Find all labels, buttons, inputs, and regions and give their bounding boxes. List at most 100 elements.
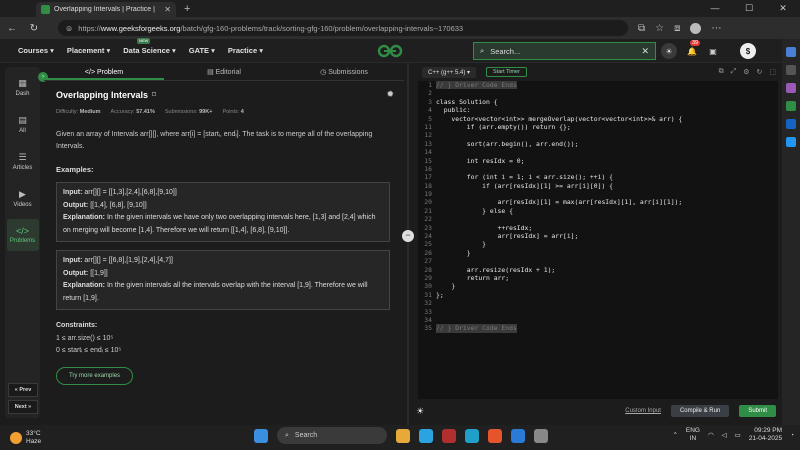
close-window-icon[interactable]: ✕ bbox=[766, 0, 800, 17]
code-line[interactable]: 3 class Solution { bbox=[418, 98, 778, 106]
tray-chevron-icon[interactable]: ⌃ bbox=[672, 431, 677, 439]
copilot-icon[interactable] bbox=[786, 47, 796, 57]
language-select[interactable]: C++ (g++ 5.4) ▾ bbox=[422, 66, 477, 78]
sidebar-item-all[interactable]: ▤ All bbox=[7, 108, 39, 140]
nav-practice[interactable]: Practice ▾ bbox=[228, 46, 263, 55]
reset-icon[interactable]: ↻ bbox=[757, 68, 763, 76]
clock[interactable]: 09:29 PM 21-04-2025 bbox=[749, 427, 782, 443]
theme-sun-icon[interactable]: ☀ bbox=[416, 406, 424, 417]
sidebar-item-dash[interactable]: ▦ Dash bbox=[7, 71, 39, 103]
search-input[interactable]: ⌕ Search... ✕ bbox=[473, 42, 656, 60]
code-line[interactable]: 15 int resIdx = 0; bbox=[418, 157, 778, 165]
pane-divider[interactable] bbox=[407, 63, 409, 430]
search-tool-icon[interactable] bbox=[786, 65, 796, 75]
code-line[interactable]: 14 bbox=[418, 148, 778, 156]
next-button[interactable]: Next » bbox=[8, 400, 38, 414]
code-line[interactable]: 23 ++resIdx; bbox=[418, 224, 778, 232]
code-line[interactable]: 20 arr[resIdx][1] = max(arr[resIdx][1], … bbox=[418, 198, 778, 206]
windows-start-icon[interactable] bbox=[254, 428, 268, 443]
shopping-icon[interactable] bbox=[786, 83, 796, 93]
tools-icon[interactable] bbox=[786, 101, 796, 111]
gfg-logo[interactable] bbox=[375, 44, 405, 58]
split-screen-icon[interactable]: ⧉ bbox=[638, 23, 645, 34]
nav-data-science[interactable]: Data Science ▾ bbox=[123, 46, 176, 55]
bookmark-icon[interactable]: ⌑ bbox=[152, 90, 156, 99]
minimize-icon[interactable]: — bbox=[698, 0, 732, 17]
sidebar-item-articles[interactable]: ☰ Articles bbox=[7, 145, 39, 177]
code-line[interactable]: 30 } bbox=[418, 282, 778, 290]
code-line[interactable]: 11 if (arr.empty()) return {}; bbox=[418, 123, 778, 131]
favorite-icon[interactable]: ☆ bbox=[655, 23, 664, 34]
settings-app-icon[interactable] bbox=[534, 428, 548, 443]
code-line[interactable]: 31}; bbox=[418, 291, 778, 299]
language-indicator[interactable]: ENG IN bbox=[686, 427, 700, 443]
clear-search-icon[interactable]: ✕ bbox=[641, 46, 649, 57]
code-line[interactable]: 1 // } Driver Code Ends bbox=[418, 81, 778, 90]
telegram-icon[interactable] bbox=[786, 137, 796, 147]
code-line[interactable]: 17 for (int i = 1; i < arr.size(); ++i) … bbox=[418, 173, 778, 181]
edge-icon[interactable] bbox=[465, 428, 479, 443]
nav-courses[interactable]: Courses ▾ bbox=[18, 46, 54, 55]
theme-toggle-icon[interactable]: ☀ bbox=[661, 43, 677, 59]
vscode-icon[interactable] bbox=[511, 428, 525, 443]
code-line[interactable]: 16 bbox=[418, 165, 778, 173]
try-more-examples-button[interactable]: Try more examples bbox=[56, 367, 133, 385]
code-line[interactable]: 2 bbox=[418, 89, 778, 97]
close-tab-icon[interactable]: ✕ bbox=[164, 5, 171, 14]
code-editor[interactable]: 1 // } Driver Code Ends 2 3 class Solution {… bbox=[418, 81, 778, 399]
battery-icon[interactable]: ▭ bbox=[735, 431, 741, 439]
weather-widget[interactable]: 33°C Haze bbox=[10, 430, 41, 446]
code-line[interactable]: 29 return arr; bbox=[418, 274, 778, 282]
tab-editorial[interactable]: ▤ Editorial bbox=[164, 64, 284, 80]
code-line[interactable]: 4 public: bbox=[418, 106, 778, 114]
brave-icon[interactable] bbox=[488, 428, 502, 443]
code-line[interactable]: 24 arr[resIdx] = arr[i]; bbox=[418, 232, 778, 240]
resize-handle-icon[interactable]: ⇔ bbox=[402, 230, 414, 242]
id-card-icon[interactable]: ▣ bbox=[705, 43, 721, 59]
custom-input-link[interactable]: Custom Input bbox=[625, 408, 661, 414]
more-icon[interactable]: ⋯ bbox=[711, 23, 721, 34]
code-line[interactable]: 5 vector<vector<int>> mergeOverlap(vecto… bbox=[418, 115, 778, 123]
back-icon[interactable]: ← bbox=[6, 23, 18, 34]
site-info-icon[interactable]: ⊜ bbox=[66, 24, 72, 33]
user-avatar[interactable]: $ bbox=[740, 43, 756, 59]
code-line[interactable]: 34 bbox=[418, 316, 778, 324]
app-icon[interactable] bbox=[442, 428, 456, 443]
collections-icon[interactable]: ⧈ bbox=[674, 23, 680, 34]
code-line[interactable]: 13 sort(arr.begin(), arr.end()); bbox=[418, 140, 778, 148]
code-line[interactable]: 19 bbox=[418, 190, 778, 198]
code-line[interactable]: 28 arr.resize(resIdx + 1); bbox=[418, 266, 778, 274]
compile-run-button[interactable]: Compile & Run bbox=[670, 405, 730, 417]
code-line[interactable]: 22 bbox=[418, 215, 778, 223]
bug-report-icon[interactable]: ✹ bbox=[386, 89, 394, 100]
fullscreen-icon[interactable]: ⤢ bbox=[731, 68, 737, 76]
code-line[interactable]: 12 bbox=[418, 131, 778, 139]
volume-icon[interactable]: ◁ bbox=[722, 431, 727, 439]
font-size-icon[interactable]: ⬚ bbox=[769, 68, 776, 76]
taskbar-search[interactable]: ⌕ Search bbox=[277, 427, 387, 444]
code-line[interactable]: 26 } bbox=[418, 249, 778, 257]
start-timer-button[interactable]: Start Timer bbox=[486, 67, 527, 77]
sidebar-item-problems[interactable]: </> Problems bbox=[6, 219, 39, 251]
file-explorer-icon[interactable] bbox=[396, 428, 410, 443]
settings-icon[interactable]: ⚙ bbox=[743, 68, 749, 76]
code-line[interactable]: 33 bbox=[418, 308, 778, 316]
sidebar-item-videos[interactable]: ▶ Videos bbox=[7, 182, 39, 214]
new-tab-icon[interactable]: + bbox=[184, 3, 190, 15]
code-line[interactable]: 25 } bbox=[418, 240, 778, 248]
tab-problem[interactable]: </> Problem bbox=[44, 64, 164, 80]
browser-tab[interactable]: Overlapping Intervals | Practice | ✕ bbox=[36, 2, 176, 17]
code-line[interactable]: 18 if (arr[resIdx][1] >= arr[i][0]) { bbox=[418, 182, 778, 190]
code-line[interactable]: 27 bbox=[418, 257, 778, 265]
refresh-icon[interactable]: ↻ bbox=[28, 23, 40, 34]
submit-button[interactable]: Submit bbox=[739, 405, 776, 417]
code-line[interactable]: 21 } else { bbox=[418, 207, 778, 215]
notifications-icon[interactable]: ◔ bbox=[790, 432, 794, 439]
url-field[interactable]: ⊜ https://www.geeksforgeeks.org/batch/gf… bbox=[58, 20, 628, 36]
profile-avatar[interactable] bbox=[690, 22, 702, 34]
tab-submissions[interactable]: ◷ Submissions bbox=[284, 64, 404, 80]
nav-gate[interactable]: GATE ▾ bbox=[189, 46, 215, 55]
telegram-app-icon[interactable] bbox=[419, 428, 433, 443]
code-line[interactable]: 32 bbox=[418, 299, 778, 307]
wifi-icon[interactable]: ◠ bbox=[708, 431, 714, 439]
